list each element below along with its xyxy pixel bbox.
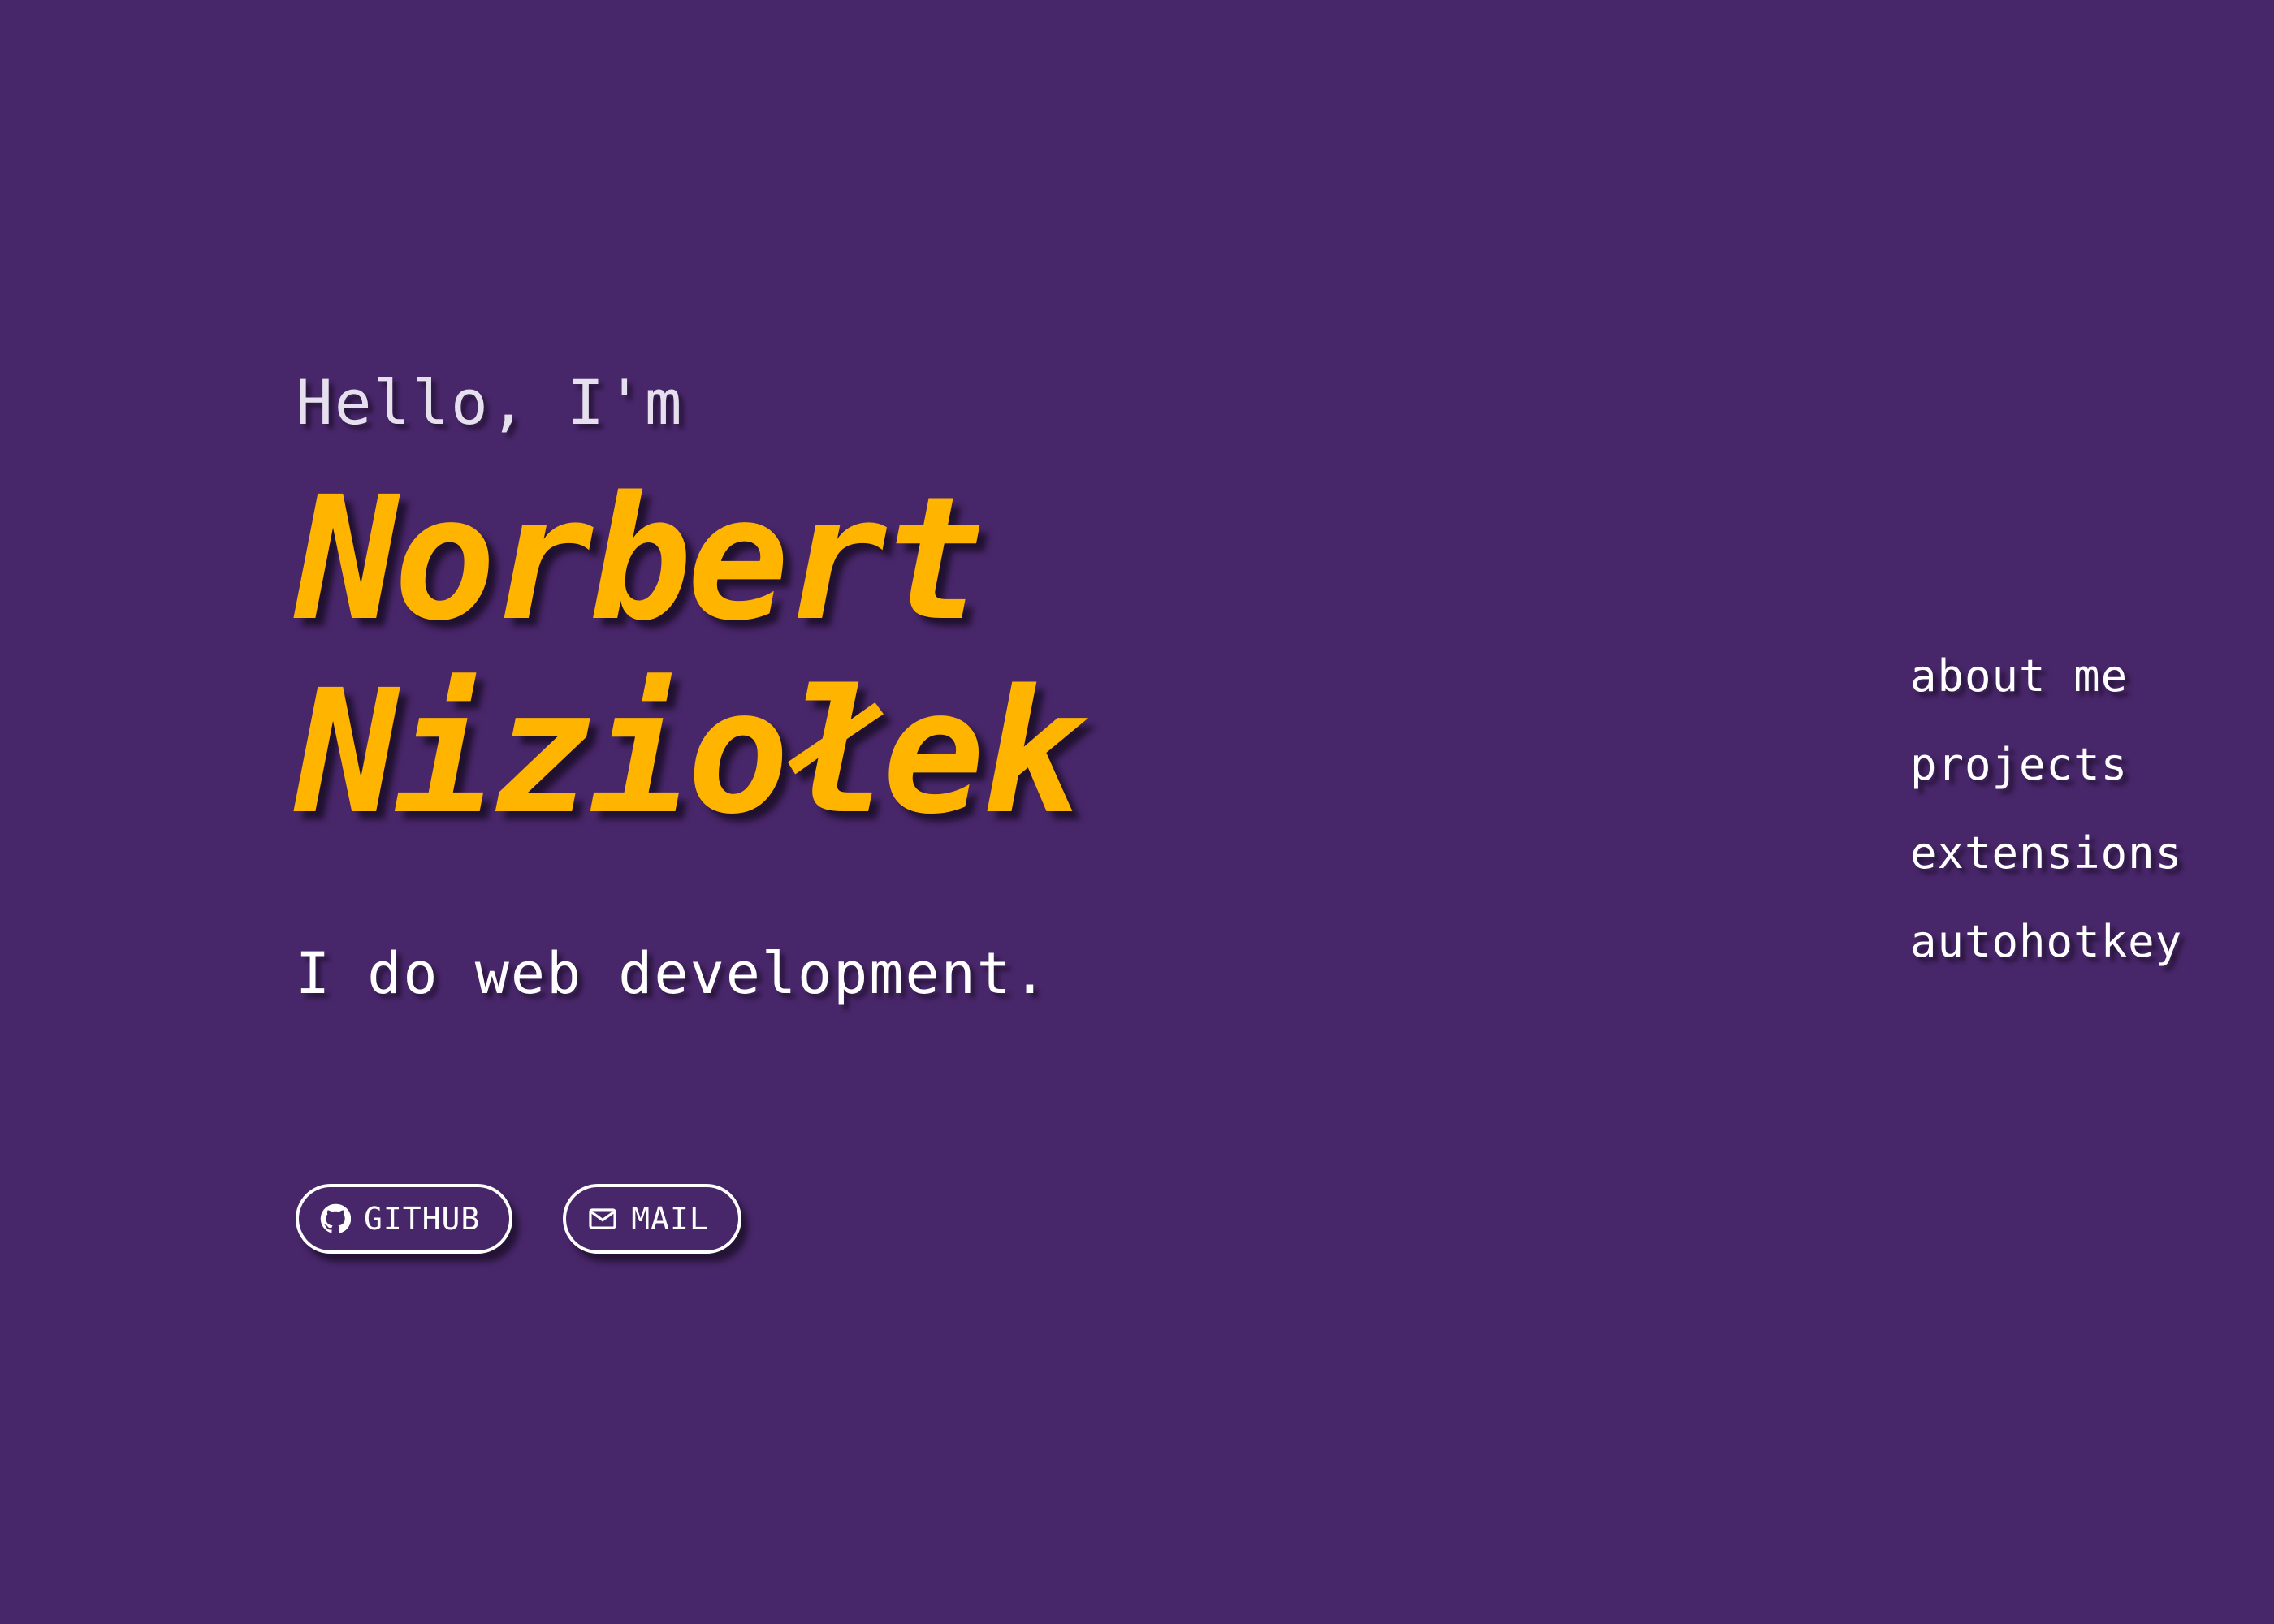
last-name: Niziołek [296, 653, 1083, 852]
mail-button[interactable]: MAIL [563, 1184, 741, 1254]
github-button[interactable]: GITHUB [296, 1184, 513, 1254]
github-button-label: GITHUB [364, 1201, 481, 1237]
first-name: Norbert [296, 460, 985, 659]
mail-icon [587, 1203, 618, 1234]
side-nav: about me projects extensions autohotkey [1910, 654, 2182, 1009]
greeting-text: Hello, I'm [296, 366, 684, 438]
nav-item-extensions[interactable]: extensions [1910, 831, 2182, 875]
nav-item-projects[interactable]: projects [1910, 743, 2182, 787]
tagline-text: I do web development. [296, 940, 1049, 1007]
social-buttons: GITHUB MAIL [296, 1184, 741, 1254]
nav-item-autohotkey[interactable]: autohotkey [1910, 920, 2182, 964]
github-icon [320, 1203, 351, 1234]
nav-item-about-me[interactable]: about me [1910, 654, 2182, 698]
hero-section: Hello, I'm Norbert Niziołek I do web dev… [296, 366, 1083, 1007]
name-heading: Norbert Niziołek [296, 460, 1083, 852]
mail-button-label: MAIL [631, 1201, 709, 1237]
